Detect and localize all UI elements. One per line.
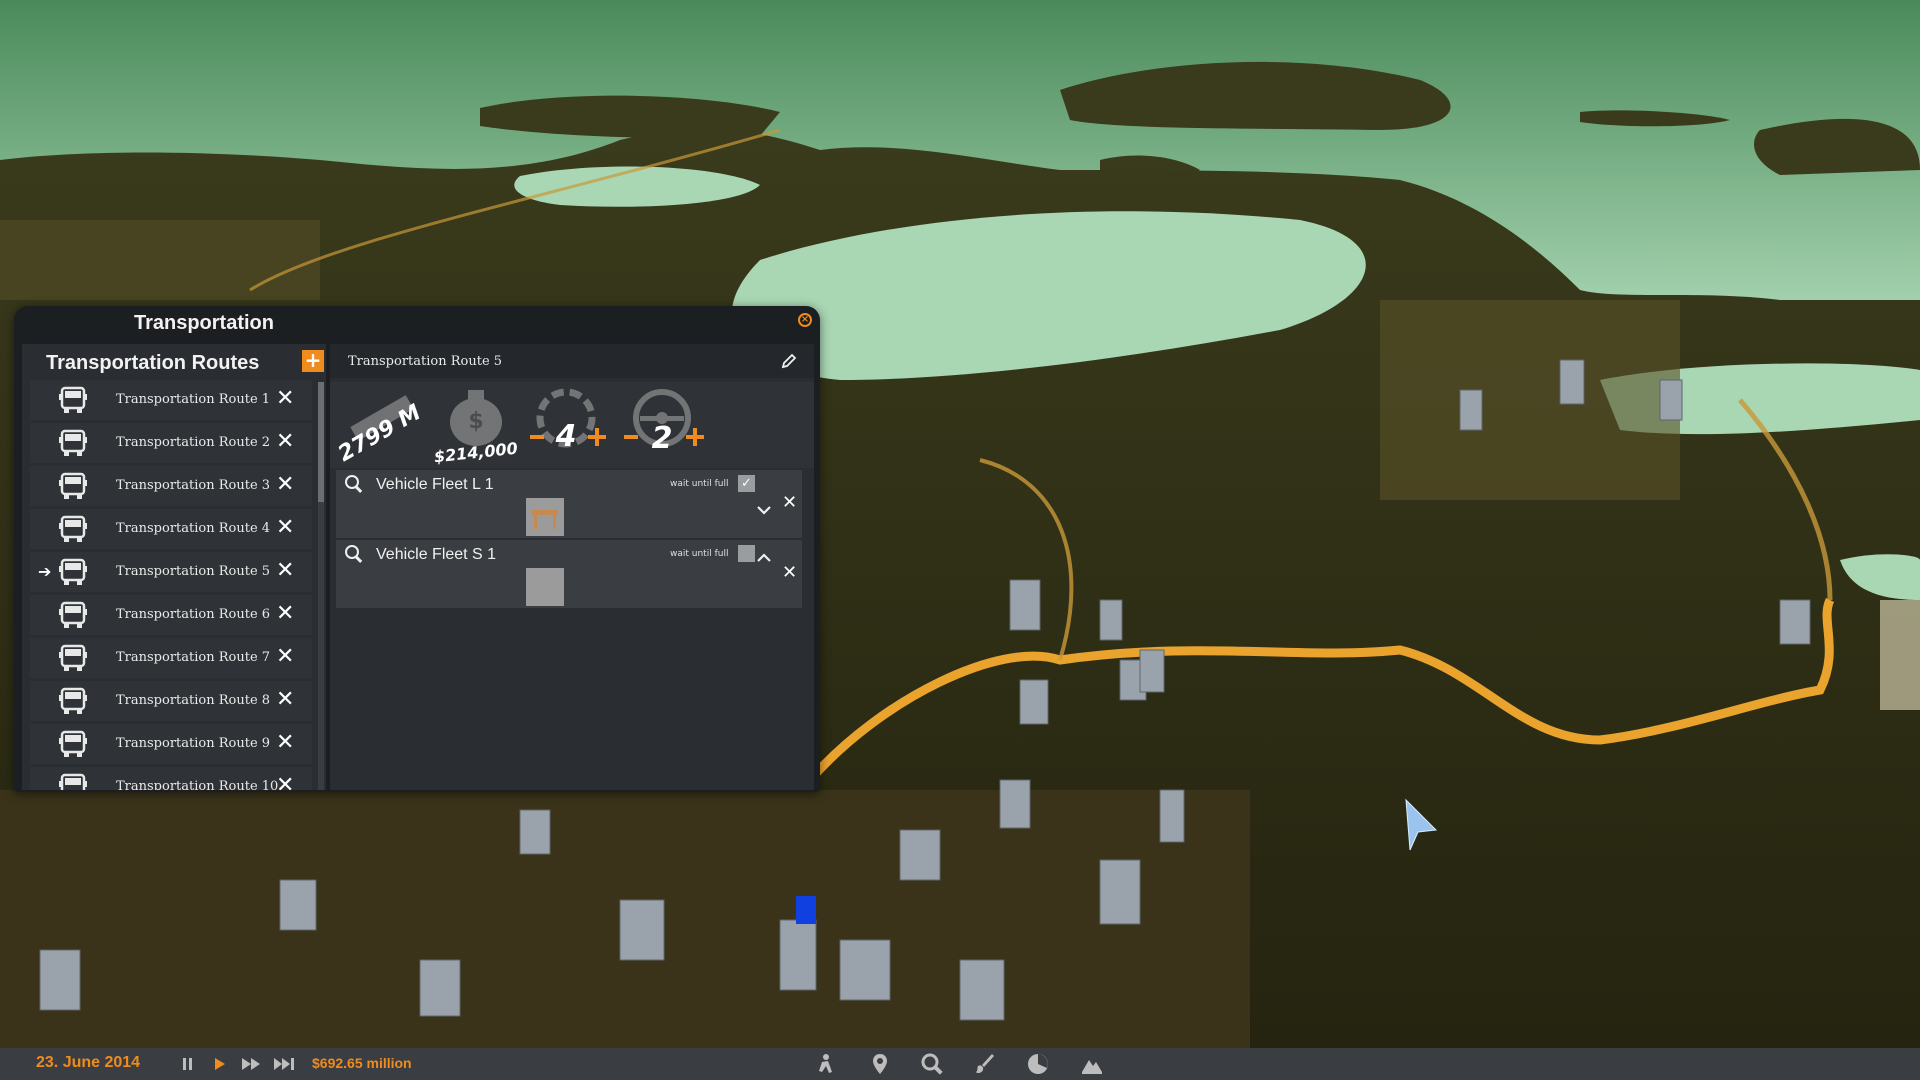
fleet-name: Vehicle Fleet L 1	[376, 476, 494, 493]
add-stop-button[interactable]	[588, 428, 606, 446]
delete-route-button[interactable]: ✕	[276, 429, 294, 454]
fleet-name: Vehicle Fleet S 1	[376, 546, 497, 563]
truck-icon	[59, 730, 87, 757]
remove-stop-button[interactable]	[530, 435, 544, 439]
chevron-up-icon[interactable]	[756, 552, 772, 564]
remove-fleet-button[interactable]: ✕	[782, 492, 797, 513]
fastest-forward-icon[interactable]	[272, 1054, 298, 1074]
route-stats: 2799 M $ $214,000 4 2	[330, 382, 814, 468]
wait-until-full-checkbox[interactable]: ✓	[738, 475, 755, 492]
delete-route-button[interactable]: ✕	[276, 730, 294, 755]
route-cost: $214,000	[433, 439, 519, 467]
route-row[interactable]: Transportation Route 9 ✕	[30, 724, 312, 764]
route-row[interactable]: Transportation Route 3 ✕	[30, 466, 312, 506]
add-route-button[interactable]: +	[302, 350, 324, 372]
window-title: Transportation	[133, 312, 274, 334]
play-icon[interactable]	[212, 1054, 228, 1074]
vehicle-fleet-row[interactable]: Vehicle Fleet S 1 wait until full ✕	[336, 540, 802, 608]
empty-cargo-icon	[526, 568, 564, 606]
route-row[interactable]: Transportation Route 7 ✕	[30, 638, 312, 678]
truck-icon	[59, 472, 87, 499]
furniture-cargo-icon	[526, 498, 564, 536]
truck-icon	[59, 386, 87, 413]
wait-until-full-label: wait until full	[670, 549, 729, 559]
route-list-scrollbar[interactable]	[318, 382, 324, 790]
pencil-icon[interactable]	[780, 352, 798, 370]
delete-route-button[interactable]: ✕	[276, 386, 294, 411]
search-icon[interactable]	[344, 474, 364, 494]
arrow-right-icon: ➔	[38, 562, 52, 581]
delete-route-button[interactable]: ✕	[276, 644, 294, 669]
vehicle-fleet-row[interactable]: Vehicle Fleet L 1 wait until full ✓ ✕	[336, 470, 802, 538]
delete-route-button[interactable]: ✕	[276, 515, 294, 540]
route-row[interactable]: Transportation Route 8 ✕	[30, 681, 312, 721]
route-row[interactable]: Transportation Route 10 ✕	[30, 767, 312, 790]
search-icon[interactable]	[344, 544, 364, 564]
route-label: Transportation Route 3	[116, 478, 271, 493]
vehicle-marker	[796, 896, 816, 924]
route-row[interactable]: Transportation Route 1 ✕	[30, 380, 312, 420]
vehicles-count: 2	[652, 421, 673, 456]
route-label: Transportation Route 1	[116, 392, 271, 407]
delete-route-button[interactable]: ✕	[276, 558, 294, 583]
truck-icon	[59, 429, 87, 456]
truck-icon	[59, 687, 87, 714]
truck-icon	[59, 644, 87, 671]
delete-route-button[interactable]: ✕	[276, 472, 294, 497]
transportation-window: Transportation × Transportation Routes +…	[14, 306, 820, 792]
remove-fleet-button[interactable]: ✕	[782, 562, 797, 583]
scrollbar-thumb[interactable]	[318, 382, 324, 502]
fast-forward-icon[interactable]	[240, 1054, 264, 1074]
wait-until-full-label: wait until full	[670, 479, 729, 489]
route-detail-panel: Transportation Route 5 2799 M $ $214,000	[330, 344, 814, 790]
route-label: Transportation Route 6	[116, 607, 271, 622]
route-label: Transportation Route 4	[116, 521, 271, 536]
truck-icon	[59, 558, 87, 585]
statistics-pie-icon[interactable]	[1026, 1052, 1050, 1076]
truck-icon	[59, 515, 87, 542]
stops-count: 4	[555, 419, 577, 454]
route-label: Transportation Route 10	[116, 779, 279, 790]
chevron-down-icon[interactable]	[756, 504, 772, 516]
game-date: 23. June 2014	[36, 1054, 141, 1071]
route-name: Transportation Route 5	[348, 354, 503, 369]
delete-route-button[interactable]: ✕	[276, 601, 294, 626]
route-row[interactable]: Transportation Route 2 ✕	[30, 423, 312, 463]
location-pin-icon[interactable]	[868, 1052, 892, 1076]
routes-title: Transportation Routes	[46, 352, 260, 374]
search-icon[interactable]	[920, 1052, 944, 1076]
delete-route-button[interactable]: ✕	[276, 773, 294, 790]
close-icon[interactable]: ×	[798, 313, 812, 327]
add-vehicle-button[interactable]	[686, 428, 704, 446]
route-label: Transportation Route 2	[116, 435, 271, 450]
terrain-icon[interactable]	[1080, 1052, 1104, 1076]
route-row[interactable]: ➔ Transportation Route 5 ✕	[30, 552, 312, 592]
route-row[interactable]: Transportation Route 4 ✕	[30, 509, 312, 549]
bottom-bar: 23. June 2014 $692.65 million	[0, 1048, 1920, 1080]
bulldoze-icon[interactable]	[974, 1052, 998, 1076]
remove-vehicle-button[interactable]	[624, 435, 638, 439]
route-list[interactable]: Transportation Route 1 ✕ Transportation Ro…	[30, 380, 312, 790]
window-header[interactable]: Transportation ×	[14, 306, 820, 340]
route-label: Transportation Route 9	[116, 736, 271, 751]
truck-icon	[59, 601, 87, 628]
truck-icon	[59, 773, 87, 790]
route-name-bar: Transportation Route 5	[330, 344, 814, 378]
money-balance: $692.65 million	[312, 1055, 412, 1071]
pause-icon[interactable]	[180, 1054, 196, 1074]
route-label: Transportation Route 8	[116, 693, 271, 708]
svg-text:$: $	[468, 409, 483, 434]
delete-route-button[interactable]: ✕	[276, 687, 294, 712]
routes-panel: Transportation Routes + Transportation R…	[22, 344, 326, 790]
money-bag-icon: $	[450, 390, 502, 446]
build-icon[interactable]	[816, 1052, 840, 1076]
route-label: Transportation Route 5	[116, 564, 271, 579]
route-label: Transportation Route 7	[116, 650, 271, 665]
route-row[interactable]: Transportation Route 6 ✕	[30, 595, 312, 635]
wait-until-full-checkbox[interactable]	[738, 545, 755, 562]
